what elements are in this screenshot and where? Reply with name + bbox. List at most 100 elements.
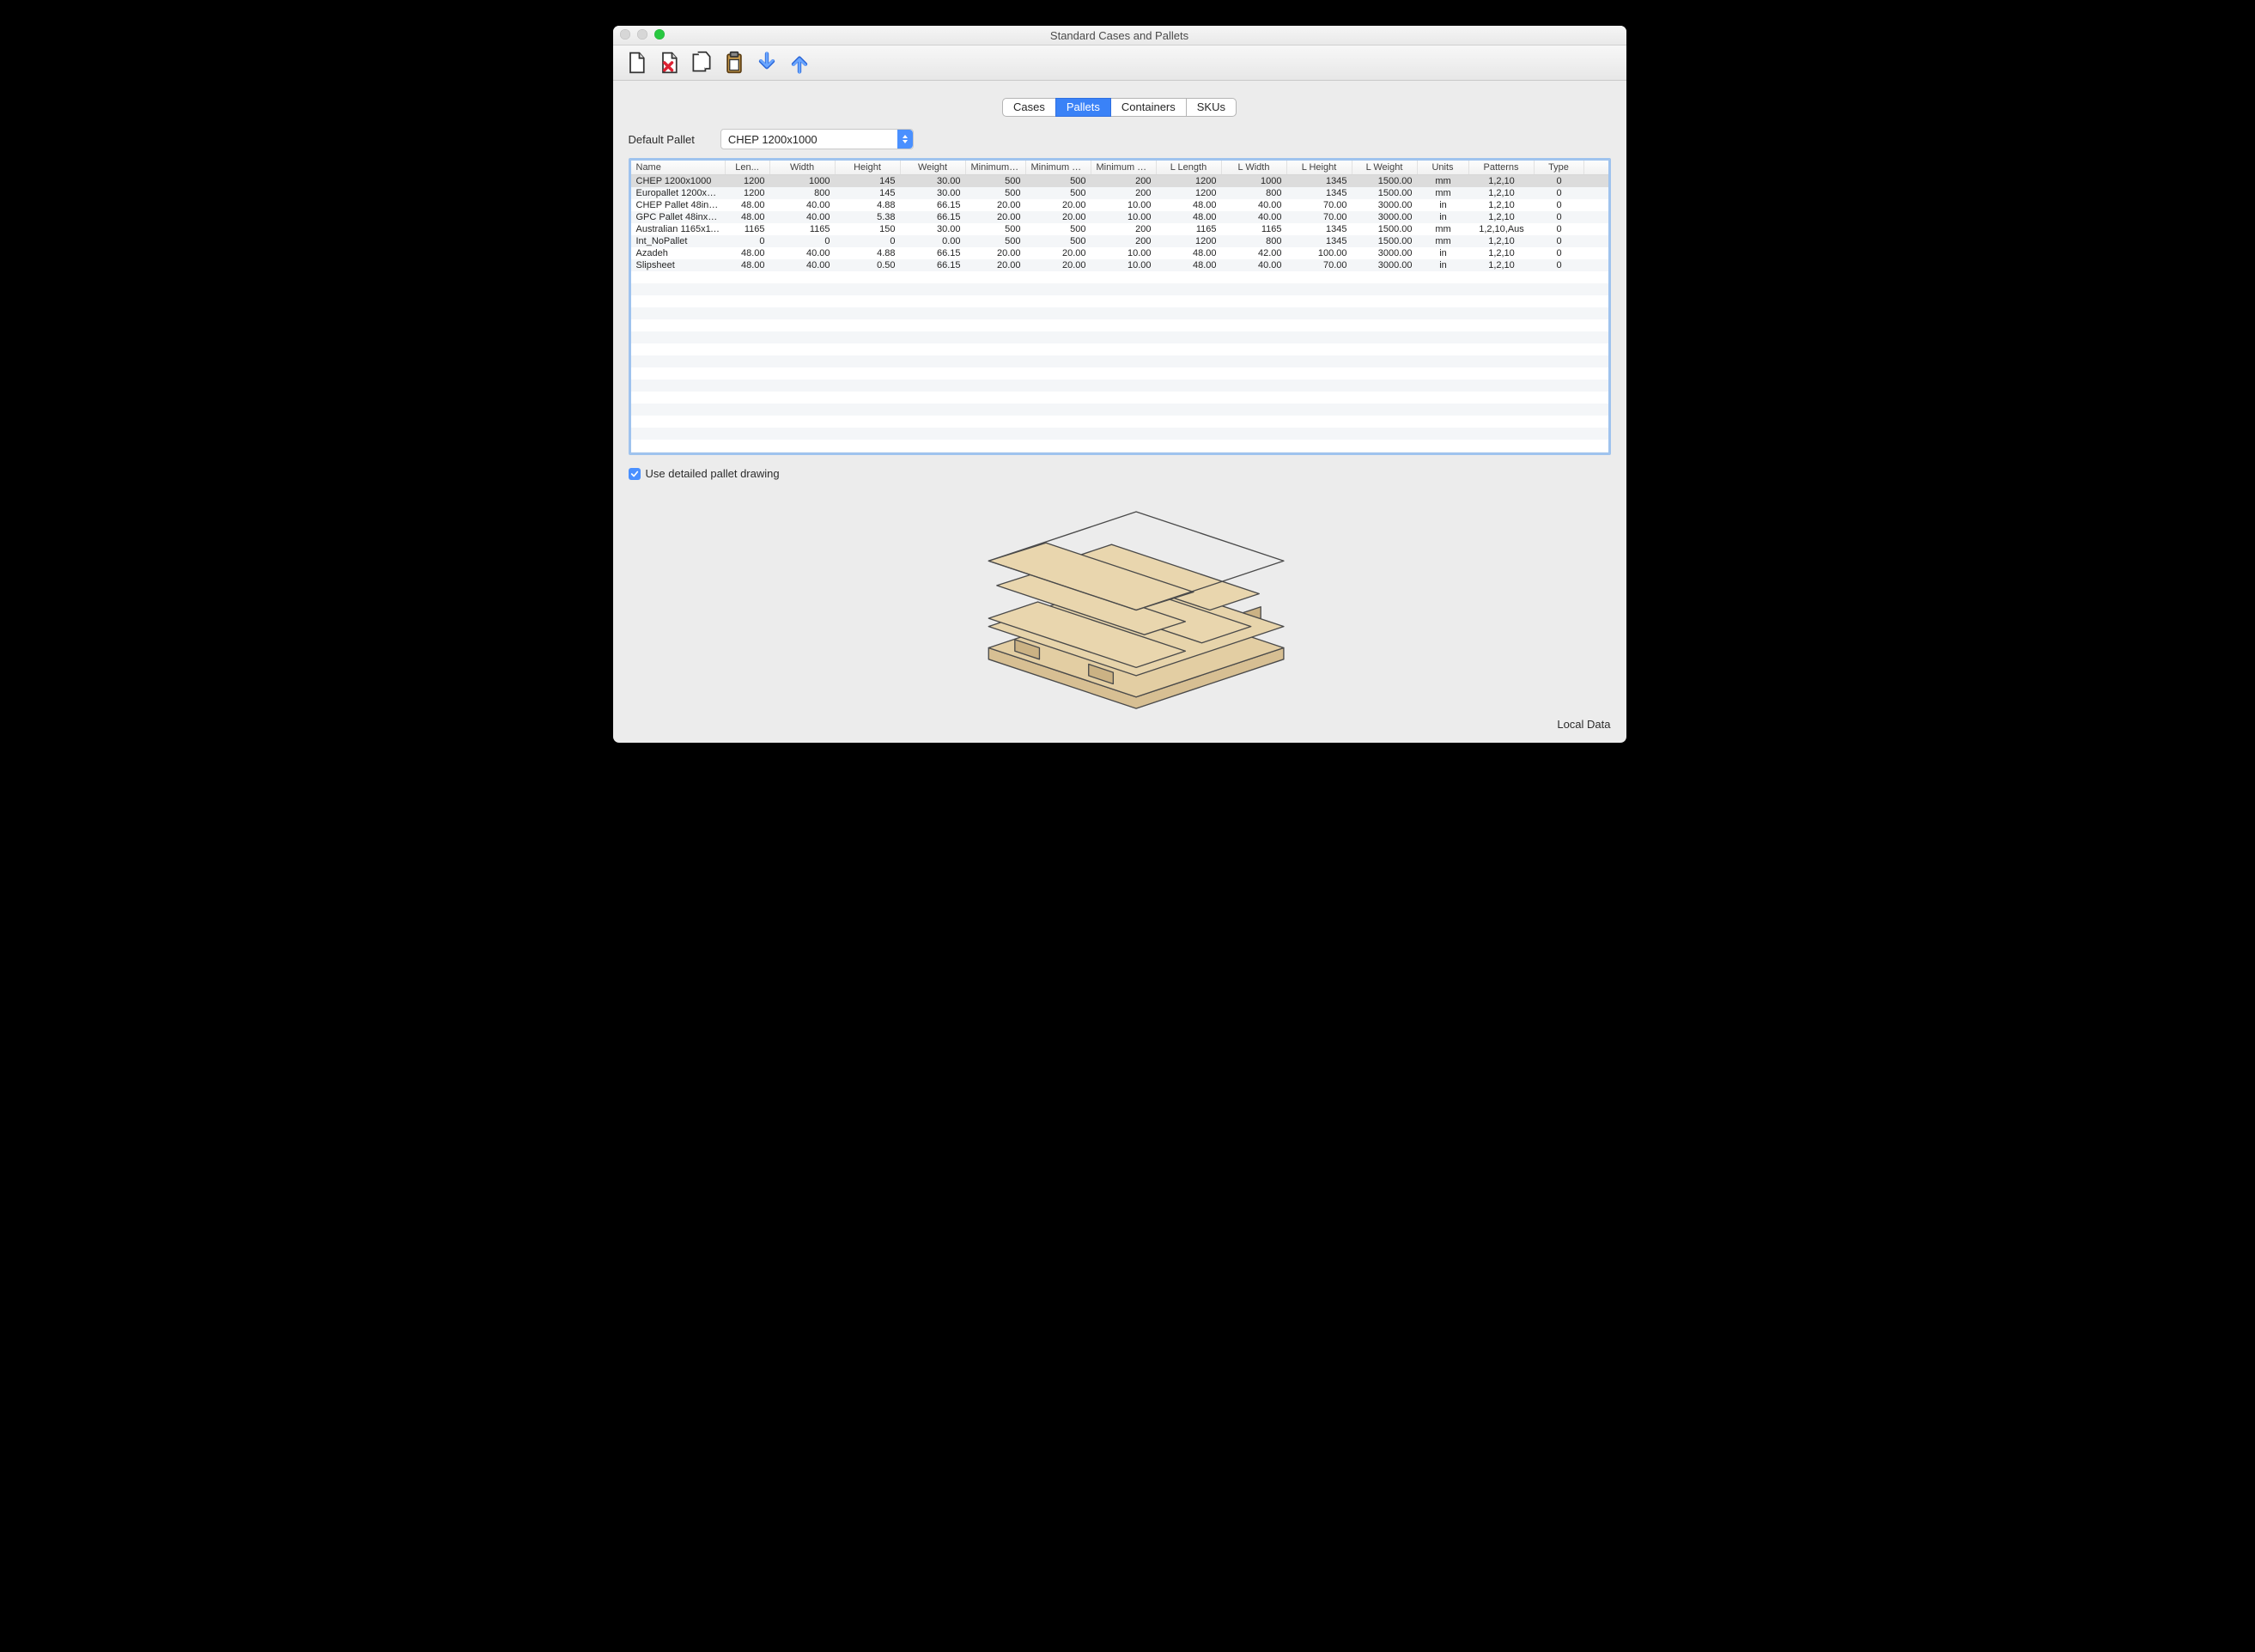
minimize-button-icon[interactable] [637, 29, 647, 39]
paste-button[interactable] [720, 50, 749, 76]
cell: 48.00 [1157, 247, 1222, 259]
column-header[interactable]: Name [631, 161, 726, 174]
cell: 40.00 [1222, 199, 1287, 211]
cell: 200 [1091, 223, 1157, 235]
close-button-icon[interactable] [620, 29, 630, 39]
delete-button[interactable] [654, 50, 684, 76]
cell: 30.00 [901, 187, 966, 199]
cell: 0 [726, 235, 770, 247]
cell: 800 [1222, 187, 1287, 199]
cell: 48.00 [1157, 199, 1222, 211]
duplicate-button[interactable] [687, 50, 716, 76]
tab-pallets[interactable]: Pallets [1055, 98, 1111, 117]
table-row[interactable]: Slipsheet48.0040.000.5066.1520.0020.0010… [631, 259, 1608, 271]
cell: 1000 [770, 175, 836, 187]
cell: 4.88 [836, 247, 901, 259]
cell: 0.50 [836, 259, 901, 271]
cell: 20.00 [1026, 211, 1091, 223]
tab-containers[interactable]: Containers [1110, 98, 1187, 117]
cell: 3000.00 [1352, 259, 1418, 271]
cell: 200 [1091, 187, 1157, 199]
table-row[interactable]: Europallet 1200x800120080014530.00500500… [631, 187, 1608, 199]
cell: 500 [1026, 223, 1091, 235]
column-header[interactable]: Weight [901, 161, 966, 174]
cell: 4.88 [836, 199, 901, 211]
cell: Azadeh [631, 247, 726, 259]
column-header[interactable]: L Weight [1352, 161, 1418, 174]
table-row[interactable]: CHEP Pallet 48inx4...48.0040.004.8866.15… [631, 199, 1608, 211]
tab-skus[interactable]: SKUs [1186, 98, 1237, 117]
cell: 48.00 [726, 211, 770, 223]
cell: 1345 [1287, 235, 1352, 247]
cell: Australian 1165x11... [631, 223, 726, 235]
default-pallet-value: CHEP 1200x1000 [728, 133, 818, 146]
tab-cases[interactable]: Cases [1002, 98, 1056, 117]
cell: 40.00 [770, 259, 836, 271]
cell: in [1418, 199, 1469, 211]
cell: mm [1418, 187, 1469, 199]
column-header[interactable]: L Height [1287, 161, 1352, 174]
toolbar [613, 46, 1626, 81]
table-row[interactable]: Australian 1165x11...1165116515030.00500… [631, 223, 1608, 235]
cell: 1200 [726, 175, 770, 187]
new-button[interactable] [622, 50, 651, 76]
column-header[interactable]: Minimum L ... [966, 161, 1026, 174]
cell: 3000.00 [1352, 199, 1418, 211]
table-row[interactable]: Azadeh48.0040.004.8866.1520.0020.0010.00… [631, 247, 1608, 259]
pallet-icon [939, 490, 1300, 714]
cell: in [1418, 247, 1469, 259]
cell: 20.00 [966, 259, 1026, 271]
default-pallet-select[interactable]: CHEP 1200x1000 [720, 129, 914, 149]
cell: 0 [1535, 187, 1584, 199]
cell: 0 [836, 235, 901, 247]
page-delete-icon [657, 51, 681, 75]
cell: 40.00 [770, 199, 836, 211]
table-row[interactable]: Int_NoPallet0000.00500500200120080013451… [631, 235, 1608, 247]
column-header[interactable]: Width [770, 161, 836, 174]
column-header[interactable]: Height [836, 161, 901, 174]
column-header[interactable]: Type [1535, 161, 1584, 174]
cell: 500 [966, 187, 1026, 199]
cell: 0 [1535, 199, 1584, 211]
window: Standard Cases and Pallets [613, 26, 1626, 743]
select-arrows-icon [897, 130, 913, 149]
column-header[interactable]: Patterns [1469, 161, 1535, 174]
cell: 1165 [1222, 223, 1287, 235]
cell: 1,2,10 [1469, 175, 1535, 187]
column-header[interactable]: Len... [726, 161, 770, 174]
column-header[interactable]: L Length [1157, 161, 1222, 174]
arrow-down-icon [755, 51, 779, 75]
import-button[interactable] [752, 50, 781, 76]
cell: 145 [836, 187, 901, 199]
cell: 100.00 [1287, 247, 1352, 259]
pallet-table[interactable]: NameLen...WidthHeightWeightMinimum L ...… [629, 158, 1611, 455]
cell: 1200 [1157, 235, 1222, 247]
column-header[interactable]: L Width [1222, 161, 1287, 174]
cell: 42.00 [1222, 247, 1287, 259]
table-body[interactable]: CHEP 1200x10001200100014530.005005002001… [631, 175, 1608, 452]
cell: 1200 [1157, 175, 1222, 187]
table-row[interactable]: GPC Pallet 48inx40in48.0040.005.3866.152… [631, 211, 1608, 223]
cell: CHEP 1200x1000 [631, 175, 726, 187]
cell: GPC Pallet 48inx40in [631, 211, 726, 223]
column-header[interactable]: Minimum L ... [1091, 161, 1157, 174]
cell: 1500.00 [1352, 187, 1418, 199]
cell: 1000 [1222, 175, 1287, 187]
detailed-drawing-checkbox[interactable] [629, 468, 641, 480]
column-header[interactable]: Minimum L ... [1026, 161, 1091, 174]
cell: 1,2,10 [1469, 235, 1535, 247]
default-pallet-row: Default Pallet CHEP 1200x1000 [629, 129, 1611, 149]
detailed-drawing-row: Use detailed pallet drawing [629, 467, 1611, 480]
cell: 66.15 [901, 199, 966, 211]
export-button[interactable] [785, 50, 814, 76]
cell: 500 [966, 223, 1026, 235]
cell: 70.00 [1287, 259, 1352, 271]
cell: 1200 [726, 187, 770, 199]
table-row[interactable]: CHEP 1200x10001200100014530.005005002001… [631, 175, 1608, 187]
zoom-button-icon[interactable] [654, 29, 665, 39]
page-duplicate-icon [690, 51, 714, 75]
column-header[interactable]: Units [1418, 161, 1469, 174]
cell: 145 [836, 175, 901, 187]
cell: 40.00 [1222, 259, 1287, 271]
cell: mm [1418, 223, 1469, 235]
